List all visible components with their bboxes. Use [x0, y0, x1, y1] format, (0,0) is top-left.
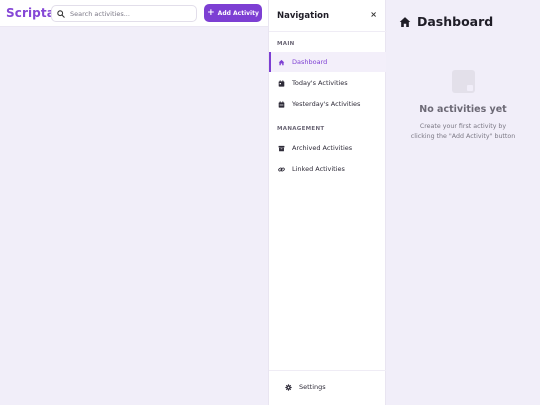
home-icon [399, 16, 411, 27]
nav-item-todays-activities[interactable]: Today's Activities [269, 73, 386, 93]
nav-item-label: Yesterday's Activities [292, 100, 361, 108]
search-icon [57, 9, 65, 18]
page-title: Dashboard [399, 14, 493, 29]
top-bar: Scripta + Add Activity [0, 0, 268, 27]
nav-item-linked-activities[interactable]: Linked Activities [269, 159, 386, 179]
nav-footer: Settings [269, 370, 386, 405]
nav-item-label: Archived Activities [292, 144, 353, 152]
empty-state-message: Create your first activity by clicking t… [392, 122, 534, 142]
search-input[interactable] [70, 9, 190, 18]
add-activity-button[interactable]: + Add Activity [204, 4, 262, 22]
calendar-icon [278, 100, 285, 108]
close-icon[interactable]: × [370, 10, 377, 19]
add-activity-label: Add Activity [217, 9, 259, 17]
note-fold [467, 85, 473, 91]
search-box[interactable] [51, 5, 197, 22]
archive-icon [278, 145, 285, 151]
nav-item-label: Linked Activities [292, 165, 345, 173]
nav-item-label: Dashboard [292, 58, 328, 66]
empty-state-line: clicking the "Add Activity" button [410, 133, 516, 140]
plus-icon: + [207, 7, 215, 18]
empty-state-line: Create your first activity by [419, 123, 507, 130]
section-label-main: MAIN [277, 41, 295, 47]
nav-item-label: Today's Activities [292, 79, 348, 87]
section-label-management: MANAGEMENT [277, 126, 325, 132]
nav-item-archived-activities[interactable]: Archived Activities [269, 138, 386, 158]
nav-title: Navigation [277, 11, 329, 21]
link-icon [278, 167, 285, 171]
app-logo[interactable]: Scripta [6, 6, 55, 20]
nav-item-yesterdays-activities[interactable]: Yesterday's Activities [269, 94, 386, 114]
nav-header: Navigation × [269, 0, 387, 32]
navigation-panel: Navigation × MAIN Dashboard Today's Acti… [268, 0, 387, 405]
empty-state-title: No activities yet [419, 104, 507, 115]
nav-item-dashboard[interactable]: Dashboard [269, 52, 386, 72]
gear-icon [285, 383, 292, 391]
settings-label: Settings [299, 383, 326, 391]
home-icon [278, 59, 285, 65]
calendar-icon [278, 79, 285, 87]
empty-state-icon [452, 70, 475, 93]
nav-item-settings[interactable]: Settings [285, 383, 326, 391]
page-title-text: Dashboard [417, 14, 494, 29]
